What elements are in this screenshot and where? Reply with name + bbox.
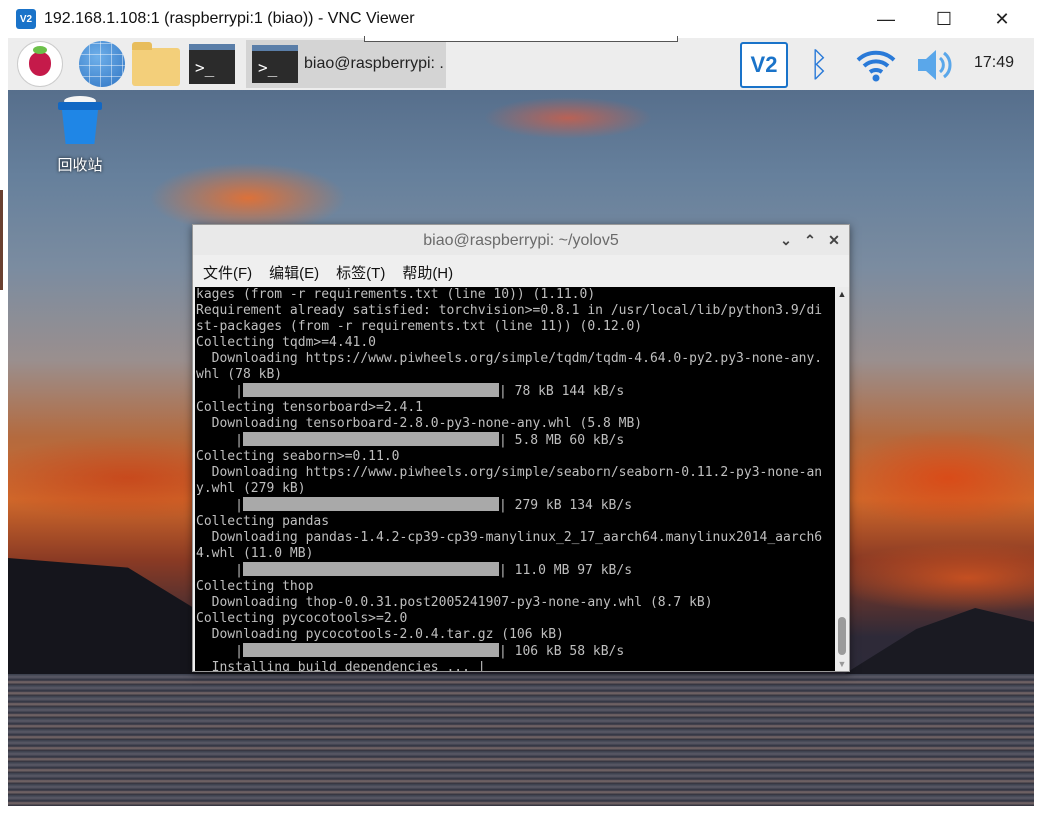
progress-bar bbox=[242, 643, 499, 657]
terminal-window[interactable]: biao@raspberrypi: ~/yolov5 ⌄ ⌃ ✕ 文件(F) 编… bbox=[192, 224, 850, 672]
globe-icon bbox=[79, 41, 125, 87]
terminal-line: Collecting pycocotools>=2.0 bbox=[196, 611, 408, 626]
trash-label: 回收站 bbox=[57, 157, 103, 174]
terminal-line: y.whl (279 kB) bbox=[196, 481, 306, 496]
progress-prefix: | bbox=[196, 433, 243, 448]
taskbar-task-terminal[interactable]: >_ biao@raspberrypi: ... bbox=[246, 40, 446, 88]
terminal-line: whl (78 kB) bbox=[196, 367, 283, 382]
terminal-line: Downloading pycocotools-2.0.4.tar.gz (10… bbox=[196, 627, 564, 642]
taskbar-task-label: biao@raspberrypi: ... bbox=[304, 55, 444, 72]
terminal-launcher[interactable]: >_ bbox=[188, 42, 236, 86]
progress-prefix: | bbox=[196, 384, 243, 399]
terminal-titlebar[interactable]: biao@raspberrypi: ~/yolov5 ⌄ ⌃ ✕ bbox=[193, 225, 849, 255]
volume-icon[interactable] bbox=[912, 44, 956, 86]
terminal-text: kages (from -r requirements.txt (line 10… bbox=[196, 287, 822, 671]
web-browser-launcher[interactable] bbox=[78, 41, 126, 87]
terminal-line: kages (from -r requirements.txt (line 10… bbox=[196, 287, 596, 302]
progress-prefix: | bbox=[196, 644, 243, 659]
progress-prefix: | bbox=[196, 563, 243, 578]
terminal-line: Collecting seaborn>=0.11.0 bbox=[196, 449, 400, 464]
scrollbar-thumb[interactable] bbox=[838, 617, 846, 655]
terminal-line: Downloading thop-0.0.31.post2005241907-p… bbox=[196, 595, 713, 610]
progress-bar bbox=[242, 497, 499, 511]
menu-help[interactable]: 帮助(H) bbox=[402, 262, 453, 283]
trash-desktop-icon[interactable]: 回收站 bbox=[50, 96, 110, 178]
terminal-icon: >_ bbox=[189, 44, 235, 84]
terminal-line: Collecting tensorboard>=2.4.1 bbox=[196, 400, 423, 415]
minimize-button[interactable]: — bbox=[866, 6, 906, 32]
clock[interactable]: 17:49 bbox=[974, 54, 1014, 72]
terminal-menubar: 文件(F) 编辑(E) 标签(T) 帮助(H) bbox=[193, 257, 849, 287]
trash-icon bbox=[58, 96, 102, 144]
terminal-minimize-button[interactable]: ⌄ bbox=[777, 231, 795, 249]
menu-file[interactable]: 文件(F) bbox=[203, 262, 252, 283]
progress-suffix: | 106 kB 58 kB/s bbox=[498, 644, 625, 659]
terminal-progress-line: | | 78 kB 144 kB/s bbox=[196, 383, 822, 400]
scroll-down-arrow-icon[interactable]: ▼ bbox=[835, 657, 849, 671]
terminal-line: Collecting pandas bbox=[196, 514, 330, 529]
menu-edit[interactable]: 编辑(E) bbox=[269, 262, 319, 283]
raspberry-menu-button[interactable] bbox=[16, 41, 64, 87]
vnc-server-tray-icon[interactable]: V2 bbox=[740, 42, 788, 88]
vnc-viewer-logo-icon: V2 bbox=[16, 9, 36, 29]
terminal-line: st-packages (from -r requirements.txt (l… bbox=[196, 319, 643, 334]
terminal-line: Downloading https://www.piwheels.org/sim… bbox=[196, 351, 823, 366]
progress-suffix: | 5.8 MB 60 kB/s bbox=[498, 433, 625, 448]
progress-bar bbox=[242, 432, 499, 446]
progress-bar bbox=[242, 383, 499, 397]
terminal-scrollbar[interactable]: ▲ ▼ bbox=[835, 287, 849, 671]
terminal-progress-line: | | 106 kB 58 kB/s bbox=[196, 643, 822, 660]
scroll-up-arrow-icon[interactable]: ▲ bbox=[835, 287, 849, 301]
remote-desktop[interactable]: >_ >_ biao@raspberrypi: ... V2 ᛒ 17:49 回… bbox=[8, 38, 1034, 806]
bluetooth-icon[interactable]: ᛒ bbox=[804, 44, 834, 86]
terminal-close-button[interactable]: ✕ bbox=[825, 231, 843, 249]
terminal-progress-line: | | 279 kB 134 kB/s bbox=[196, 497, 822, 514]
menu-tabs[interactable]: 标签(T) bbox=[336, 262, 385, 283]
wifi-icon[interactable] bbox=[854, 44, 898, 86]
terminal-line: Collecting thop bbox=[196, 579, 314, 594]
terminal-line: 4.whl (11.0 MB) bbox=[196, 546, 314, 561]
terminal-line: Downloading pandas-1.4.2-cp39-cp39-manyl… bbox=[196, 530, 823, 545]
terminal-icon: >_ bbox=[252, 45, 298, 83]
close-button[interactable]: ✕ bbox=[982, 6, 1022, 32]
terminal-title: biao@raspberrypi: ~/yolov5 bbox=[423, 232, 619, 249]
host-window-edge bbox=[0, 190, 3, 290]
progress-prefix: | bbox=[196, 498, 243, 513]
progress-suffix: | 11.0 MB 97 kB/s bbox=[498, 563, 633, 578]
terminal-output[interactable]: kages (from -r requirements.txt (line 10… bbox=[195, 287, 835, 671]
terminal-line: Downloading tensorboard-2.8.0-py3-none-a… bbox=[196, 416, 643, 431]
file-manager-launcher[interactable] bbox=[132, 42, 180, 86]
progress-suffix: | 279 kB 134 kB/s bbox=[498, 498, 633, 513]
hidden-window-edge bbox=[364, 36, 678, 42]
maximize-button[interactable]: ☐ bbox=[924, 6, 964, 32]
sea-reflection bbox=[8, 674, 1034, 806]
terminal-line: Downloading https://www.piwheels.org/sim… bbox=[196, 465, 823, 480]
terminal-progress-line: | | 11.0 MB 97 kB/s bbox=[196, 562, 822, 579]
terminal-line: Requirement already satisfied: torchvisi… bbox=[196, 303, 823, 318]
vnc-window-title: 192.168.1.108:1 (raspberrypi:1 (biao)) -… bbox=[44, 10, 415, 27]
vnc-titlebar: V2 192.168.1.108:1 (raspberrypi:1 (biao)… bbox=[0, 0, 1042, 38]
terminal-line: Installing build dependencies ... | bbox=[196, 660, 486, 671]
folder-icon bbox=[132, 42, 180, 86]
raspberry-pi-icon bbox=[17, 41, 63, 87]
progress-bar bbox=[242, 562, 499, 576]
progress-suffix: | 78 kB 144 kB/s bbox=[498, 384, 625, 399]
terminal-progress-line: | | 5.8 MB 60 kB/s bbox=[196, 432, 822, 449]
terminal-line: Collecting tqdm>=4.41.0 bbox=[196, 335, 377, 350]
taskbar: >_ >_ biao@raspberrypi: ... V2 ᛒ 17:49 bbox=[8, 38, 1034, 90]
terminal-maximize-button[interactable]: ⌃ bbox=[801, 231, 819, 249]
